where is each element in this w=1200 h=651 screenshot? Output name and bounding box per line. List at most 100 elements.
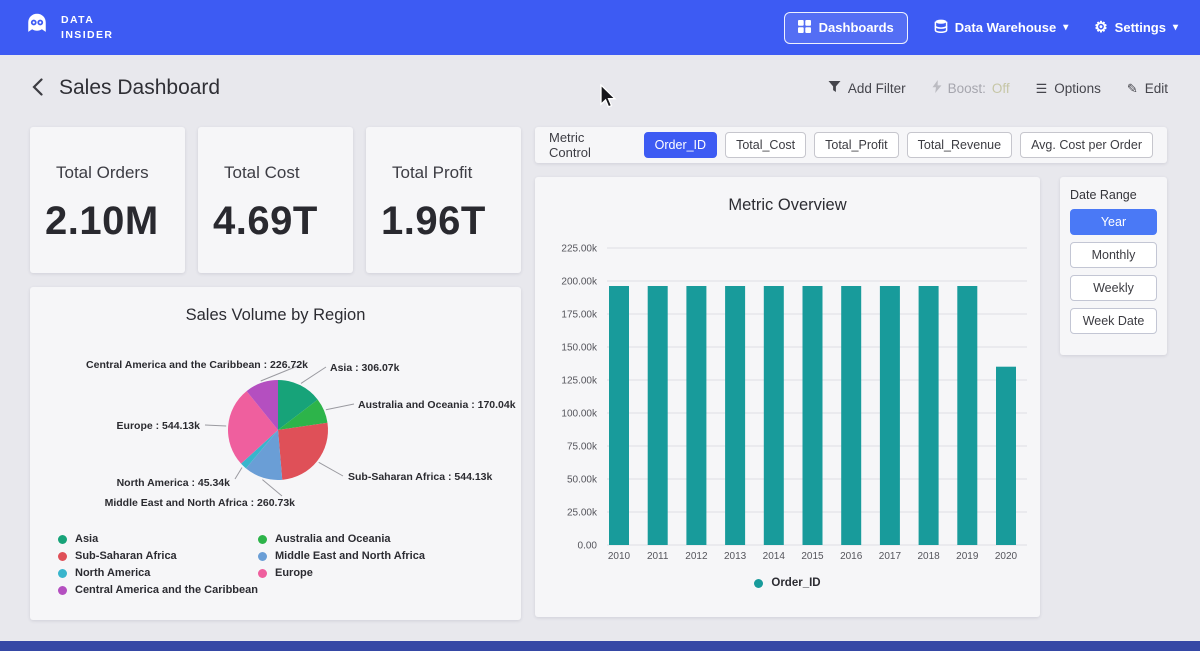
pie-slice-label: Europe : 544.13k	[117, 420, 201, 432]
bar-2010[interactable]	[609, 286, 629, 545]
y-axis-tick: 50.00k	[567, 475, 598, 486]
date-range-button-week-date[interactable]: Week Date	[1070, 308, 1157, 334]
data-warehouse-menu[interactable]: Data Warehouse ▾	[934, 19, 1068, 36]
brand-logo[interactable]: DATA INSIDER	[22, 10, 113, 45]
y-axis-tick: 225.00k	[561, 244, 598, 255]
back-button[interactable]	[32, 78, 43, 99]
settings-menu[interactable]: ⚙ Settings ▾	[1094, 20, 1178, 35]
bar-chart: 0.0025.00k50.00k75.00k100.00k125.00k150.…	[535, 227, 1040, 572]
bar-2016[interactable]	[841, 286, 861, 545]
legend-text: Europe	[275, 567, 313, 579]
date-range-button-year[interactable]: Year	[1070, 209, 1157, 235]
boost-label: Boost:	[948, 81, 986, 96]
page-title: Sales Dashboard	[59, 76, 220, 100]
footer-bar	[0, 641, 1200, 651]
y-axis-tick: 150.00k	[561, 343, 598, 354]
boost-toggle[interactable]: Boost: Off	[932, 80, 1010, 96]
bar-2014[interactable]	[764, 286, 784, 545]
brand-line2: INSIDER	[61, 28, 113, 43]
metric-button-total-revenue[interactable]: Total_Revenue	[907, 132, 1012, 158]
brand-line1: DATA	[61, 13, 113, 28]
bar-2019[interactable]	[957, 286, 977, 545]
bar-2017[interactable]	[880, 286, 900, 545]
pie-slice-label: North America : 45.34k	[117, 477, 231, 489]
date-range-button-weekly[interactable]: Weekly	[1070, 275, 1157, 301]
legend-dot	[258, 552, 267, 561]
dashboards-button[interactable]: Dashboards	[784, 12, 908, 44]
x-axis-tick: 2019	[956, 551, 979, 562]
y-axis-tick: 175.00k	[561, 310, 598, 321]
pie-slice-label: Middle East and North Africa : 260.73k	[105, 497, 296, 509]
metric-button-avg-cost-per-order[interactable]: Avg. Cost per Order	[1020, 132, 1153, 158]
bar-2011[interactable]	[648, 286, 668, 545]
x-axis-tick: 2017	[879, 551, 902, 562]
navbar-actions: Dashboards Data Warehouse ▾ ⚙ Settings ▾	[784, 12, 1178, 44]
kpi-value: 2.10M	[45, 199, 171, 244]
pie-slice-sub-saharan-africa[interactable]	[278, 423, 328, 480]
settings-label: Settings	[1115, 20, 1166, 35]
bar-2012[interactable]	[686, 286, 706, 545]
legend-item-middle-east-and-north-africa[interactable]: Middle East and North Africa	[258, 550, 458, 562]
x-axis-tick: 2012	[685, 551, 708, 562]
bar-chart-title: Metric Overview	[535, 177, 1040, 215]
x-axis-tick: 2015	[801, 551, 824, 562]
x-axis-tick: 2010	[608, 551, 631, 562]
legend-item-north-america[interactable]: North America	[58, 567, 258, 579]
dashboards-label: Dashboards	[819, 20, 894, 35]
owl-logo-icon	[22, 10, 52, 45]
legend-item-sub-saharan-africa[interactable]: Sub-Saharan Africa	[58, 550, 258, 562]
legend-dot	[58, 552, 67, 561]
bar-2018[interactable]	[919, 286, 939, 545]
legend-text: Australia and Oceania	[275, 533, 391, 545]
metric-button-total-cost[interactable]: Total_Cost	[725, 132, 806, 158]
options-label: Options	[1054, 81, 1101, 96]
legend-item-australia-and-oceania[interactable]: Australia and Oceania	[258, 533, 458, 545]
pie-chart-title: Sales Volume by Region	[30, 287, 521, 325]
legend-dot	[258, 569, 267, 578]
edit-button[interactable]: ✎ Edit	[1127, 81, 1168, 96]
legend-text: Middle East and North Africa	[275, 550, 425, 562]
kpi-label: Total Orders	[56, 163, 171, 183]
grid-icon	[798, 20, 811, 36]
kpi-value: 1.96T	[381, 199, 507, 244]
legend-dot	[754, 579, 763, 588]
options-button[interactable]: ☰ Options	[1036, 81, 1101, 96]
boost-bolt-icon	[932, 80, 942, 96]
x-axis-tick: 2013	[724, 551, 747, 562]
legend-dot	[58, 569, 67, 578]
y-axis-tick: 0.00	[578, 541, 598, 552]
pie-legend-column: Australia and Oceania Middle East and Nor…	[258, 533, 458, 601]
mouse-cursor	[600, 84, 617, 109]
top-navbar: DATA INSIDER Dashboards	[0, 0, 1200, 55]
gear-icon: ⚙	[1094, 20, 1107, 35]
pie-slice-label: Asia : 306.07k	[330, 362, 400, 374]
kpi-card-total-profit: Total Profit1.96T	[366, 127, 521, 273]
legend-item-europe[interactable]: Europe	[258, 567, 458, 579]
pie-slice-label: Sub-Saharan Africa : 544.13k	[348, 471, 492, 483]
legend-text: Sub-Saharan Africa	[75, 550, 177, 562]
bar-2020[interactable]	[996, 367, 1016, 545]
y-axis-tick: 100.00k	[561, 409, 598, 420]
metric-button-order-id[interactable]: Order_ID	[644, 132, 717, 158]
metric-control-buttons: Order_ID Total_Cost Total_Profit Total_Reve…	[644, 132, 1153, 158]
bar-chart-card: Metric Overview 0.0025.00k50.00k75.00k10…	[535, 177, 1040, 617]
legend-item-central-america-and-the-caribbean[interactable]: Central America and the Caribbean	[58, 584, 258, 596]
bar-chart-legend[interactable]: Order_ID	[535, 577, 1040, 589]
bar-2013[interactable]	[725, 286, 745, 545]
page: DATA INSIDER Dashboards	[0, 0, 1200, 651]
metric-control-bar: Metric Control Order_IDTotal_CostTotal_P…	[535, 127, 1167, 163]
boost-state: Off	[992, 81, 1010, 96]
date-range-button-monthly[interactable]: Monthly	[1070, 242, 1157, 268]
y-axis-tick: 25.00k	[567, 508, 598, 519]
add-filter-button[interactable]: Add Filter	[828, 80, 906, 96]
kpi-value: 4.69T	[213, 199, 339, 244]
bar-2015[interactable]	[803, 286, 823, 545]
pencil-icon: ✎	[1127, 82, 1138, 95]
legend-item-asia[interactable]: Asia	[58, 533, 258, 545]
data-warehouse-label: Data Warehouse	[955, 20, 1056, 35]
legend-text: Asia	[75, 533, 98, 545]
metric-button-total-profit[interactable]: Total_Profit	[814, 132, 899, 158]
date-range-label: Date Range	[1070, 188, 1157, 202]
list-icon: ☰	[1036, 82, 1048, 95]
legend-label: Order_ID	[771, 577, 820, 589]
